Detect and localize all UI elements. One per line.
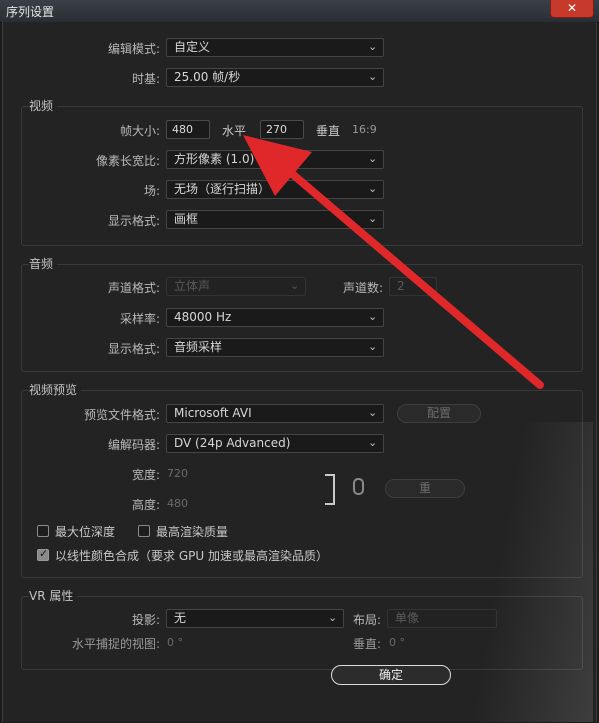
annotation-arrow xyxy=(243,135,544,389)
arrow-shaft xyxy=(286,168,544,389)
